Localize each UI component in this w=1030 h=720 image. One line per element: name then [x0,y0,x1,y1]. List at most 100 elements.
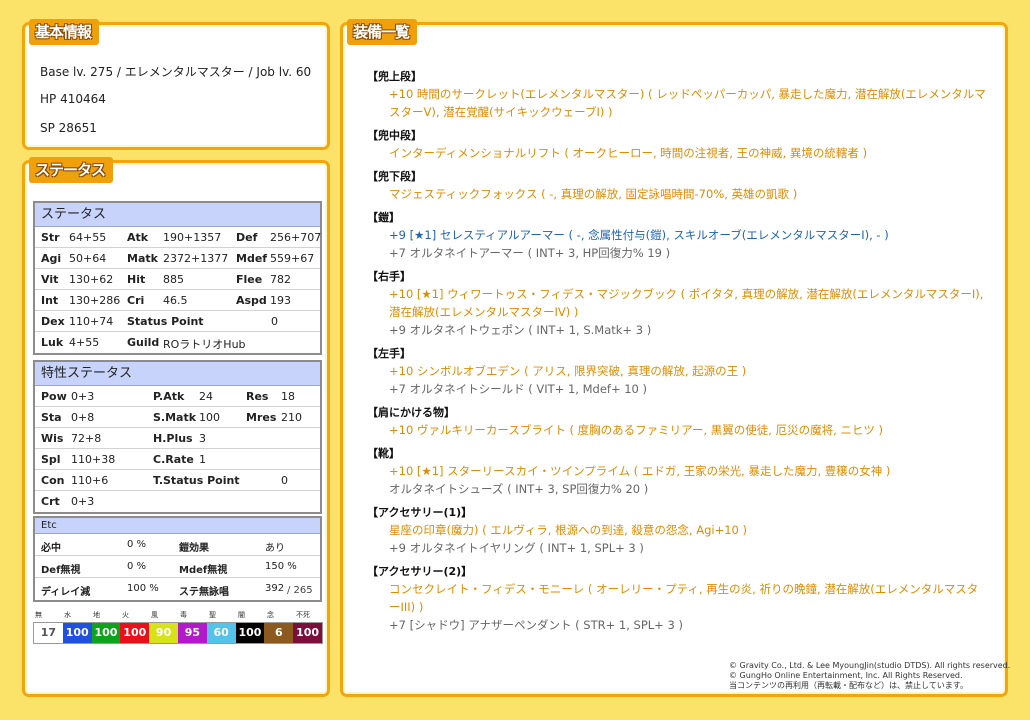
stat-label: Sta [41,411,62,424]
equip-slot-name: 【肩にかける物】 [367,406,455,419]
stat-value: 0+3 [71,390,95,403]
stat-value: 885 [163,273,184,286]
stat-label: S.Matk [153,411,197,424]
stat-label: Vit [41,273,59,286]
stat-value: 2372+1377 [163,252,229,265]
element-value: 100 [91,623,121,643]
element-name: 火 [122,611,129,619]
stat-label: Atk [127,231,149,244]
element-name: 地 [93,611,100,619]
stat-row: Pow 0+3 P.Atk 24 Res 18 [35,386,320,407]
element-value: 17 [34,623,63,643]
equip-item: コンセクレイト・フィデス・モニーレ ( オーレリー・プティ, 再生の炎, 祈りの… [389,582,979,614]
basic-info-panel: 基本情報 Base lv. 275 / エレメンタルマスター / Job lv.… [22,19,330,150]
stat-value: 0 % [127,539,147,550]
etc-table: Etc 必中 0 % 鎧効果 あり Def無視 0 % Mdef無視 150 % ディレイ減 10… [33,516,322,602]
stat-value: 0+3 [71,495,95,508]
stat-value: 559+67 [270,252,315,265]
stat-value: 100 % [127,583,159,594]
sp-line: SP 28651 [40,121,97,135]
equip-slot-name: 【鎧】 [367,211,400,224]
stat-label: ディレイ減 [41,587,91,598]
stat-label: ステ無詠唱 [179,587,229,598]
stat-value: 50+64 [69,252,107,265]
stat-value: 110+6 [71,474,109,487]
stat-row: Def無視 0 % Mdef無視 150 % [35,556,320,578]
stat-label: T.Status Point [153,474,240,487]
element-name: 不死 [296,611,310,619]
stat-row: 必中 0 % 鎧効果 あり [35,534,320,556]
equip-slot-name: 【左手】 [367,347,411,360]
stat-value: 1 [199,453,206,466]
base-level-line: Base lv. 275 / エレメンタルマスター / Job lv. 60 [40,65,312,79]
stat-label: Int [41,294,59,307]
equip-item: +7 [シャドウ] アナザーペンダント ( STR+ 1, SPL+ 3 ) [389,618,683,632]
element-value: 100 [62,623,92,643]
stat-label: Def [236,231,258,244]
copyright-line: © Gravity Co., Ltd. & Lee MyoungJin(stud… [729,661,1011,670]
status-panel: ステータス ステータス Str 64+55 Atk 190+1357 Def 256+70… [22,157,330,697]
stat-label: Matk [127,252,158,265]
stat-row: Agi 50+64 Matk 2372+1377 Mdef 559+67 [35,248,320,269]
stat-value: 4+55 [69,336,100,349]
equip-slot: 【右手】 +10 [★1] ウィワートゥス・フィデス・マジックブック ( ポイタタ… [367,269,987,339]
equip-slot: 【アクセサリー(1)】 星座の印章(魔力) ( エルヴィラ, 根源への到達, 殺意… [367,505,987,557]
element-name: 念 [267,611,274,619]
hp-line: HP 410464 [40,92,106,106]
equip-slot: 【左手】 +10 シンボルオブエデン ( アリス, 限界突破, 真理の解放, 起源… [367,346,987,398]
equip-item: +10 シンボルオブエデン ( アリス, 限界突破, 真理の解放, 起源の王 ) [389,364,747,378]
element-name: 毒 [180,611,187,619]
stat-value: 782 [270,273,291,286]
stat-label: 必中 [41,543,61,554]
stat-row: Dex 110+74 Status Point 0 [35,311,320,332]
stat-value: 64+55 [69,231,107,244]
stat-value: 24 [199,390,213,403]
element-value: 100 [120,623,150,643]
equip-item: +10 時間のサークレット(エレメンタルマスター) ( レッドペッパーカッパ, … [389,87,986,119]
equip-item: インターディメンショナルリフト ( オークヒーロー, 時間の注視者, 王の神威,… [389,146,868,160]
stat-value: 3 [199,432,206,445]
stat-label: Mdef無視 [179,565,228,576]
equip-item: +7 オルタネイトシールド ( VIT+ 1, Mdef+ 10 ) [389,382,648,396]
main-status-header: ステータス [35,203,320,227]
stat-label: Pow [41,390,67,403]
stat-value: 150 % [265,561,297,572]
stat-value: 110+38 [71,453,116,466]
stat-label: Dex [41,315,65,328]
equip-slot-name: 【靴】 [367,447,400,460]
equip-slot: 【アクセサリー(2)】 コンセクレイト・フィデス・モニーレ ( オーレリー・プティ… [367,564,987,634]
equip-item: +9 オルタネイトウェポン ( INT+ 1, S.Matk+ 3 ) [389,323,652,337]
stat-label: Hit [127,273,146,286]
stat-label: Spl [41,453,61,466]
stat-value: 0 [281,474,288,487]
stat-label: P.Atk [153,390,185,403]
stat-subvalue: / 265 [287,585,313,596]
stat-value: 72+8 [71,432,102,445]
stat-label: Agi [41,252,62,265]
element-resist-table: 無水地火風毒聖闇念不死 17 100 100 100 90 95 60 100 6 100 [33,610,323,644]
stat-label: Con [41,474,65,487]
stat-value: 190+1357 [163,231,222,244]
stat-value: ROラトリオHub [163,338,246,351]
main-status-table: ステータス Str 64+55 Atk 190+1357 Def 256+707 Agi 50… [33,201,322,355]
stat-label: Aspd [236,294,267,307]
stat-value: 130+62 [69,273,114,286]
stat-value: 193 [270,294,291,307]
element-value: 90 [149,623,178,643]
element-value: 95 [177,623,207,643]
equip-item: 星座の印章(魔力) ( エルヴィラ, 根源への到達, 殺意の怨念, Agi+10… [389,523,747,537]
element-name: 無 [35,611,42,619]
equip-slot-name: 【右手】 [367,270,411,283]
stat-row: Int 130+286 Cri 46.5 Aspd 193 [35,290,320,311]
equipment-list: 【兜上段】 +10 時間のサークレット(エレメンタルマスター) ( レッドペッパー… [367,69,987,641]
stat-value: 210 [281,411,302,424]
element-value: 60 [206,623,236,643]
stat-label: Res [246,390,269,403]
element-value: 100 [235,623,265,643]
copyright-block: © Gravity Co., Ltd. & Lee MyoungJin(stud… [729,661,1010,691]
element-name: 聖 [209,611,216,619]
stat-value: 110+74 [69,315,114,328]
stat-value: 100 [199,411,220,424]
stat-label: Flee [236,273,263,286]
stat-value: 0+8 [71,411,95,424]
